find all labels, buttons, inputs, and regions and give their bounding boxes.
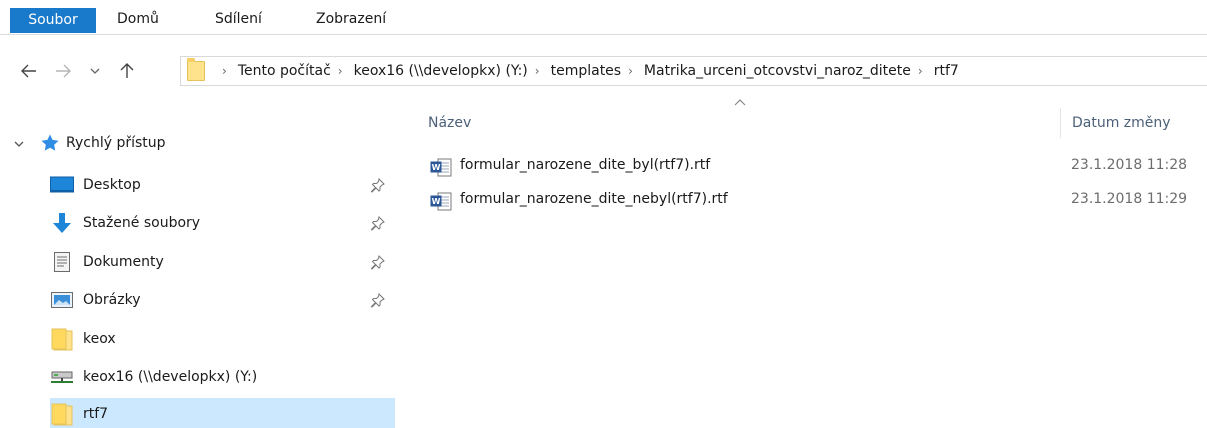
breadcrumb-chevron-icon[interactable]: › [338, 64, 343, 78]
up-button[interactable] [112, 53, 142, 89]
breadcrumb-templates[interactable]: templates [551, 63, 622, 79]
navigation-toolbar: › Tento počítač › keox16 (\\developkx) (… [0, 53, 1207, 89]
arrow-right-icon [56, 64, 71, 78]
word-document-icon: W [430, 192, 452, 211]
nav-item-network-drive[interactable]: keox16 (\\developkx) (Y:) [50, 361, 395, 393]
nav-item-keox[interactable]: keox [50, 323, 395, 355]
chevron-down-icon[interactable] [14, 137, 28, 150]
nav-item-label: keox16 (\\developkx) (Y:) [83, 369, 258, 385]
breadcrumb-rtf7[interactable]: rtf7 [934, 63, 959, 79]
tab-home[interactable]: Domů [107, 8, 169, 35]
breadcrumb-this-pc[interactable]: Tento počítač [238, 63, 331, 79]
sort-ascending-icon [734, 96, 746, 109]
word-document-icon: W [430, 158, 452, 177]
quick-access-item[interactable]: Rychlý přístup [14, 130, 166, 156]
file-date: 23.1.2018 11:28 [1071, 157, 1188, 173]
nav-item-rtf7[interactable]: rtf7 [50, 398, 395, 428]
nav-item-documents[interactable]: Dokumenty [50, 246, 395, 278]
nav-item-label: Desktop [83, 177, 141, 193]
forward-button[interactable] [48, 53, 78, 89]
recent-locations-button[interactable] [84, 53, 106, 89]
documents-icon [50, 251, 74, 273]
svg-text:W: W [432, 197, 441, 206]
breadcrumb-chevron-icon[interactable]: › [535, 64, 540, 78]
navigation-pane: Rychlý přístup Desktop Stažené soubory D… [0, 118, 400, 428]
tab-view[interactable]: Zobrazení [306, 8, 396, 35]
pictures-icon [50, 289, 74, 311]
breadcrumb-matrika[interactable]: Matrika_urceni_otcovstvi_naroz_ditete [644, 63, 911, 79]
file-date: 23.1.2018 11:29 [1071, 191, 1188, 207]
column-header-date[interactable]: Datum změny [1072, 108, 1171, 138]
network-drive-icon [50, 366, 74, 388]
column-divider[interactable] [1060, 108, 1061, 138]
desktop-icon [50, 174, 74, 196]
pin-icon[interactable] [370, 254, 386, 270]
breadcrumb-chevron-icon[interactable]: › [918, 64, 923, 78]
breadcrumb-chevron-icon[interactable]: › [222, 64, 227, 78]
pin-icon[interactable] [370, 292, 386, 308]
svg-text:W: W [432, 163, 441, 172]
file-name: formular_narozene_dite_byl(rtf7).rtf [460, 157, 711, 173]
back-button[interactable] [14, 53, 44, 89]
tab-file[interactable]: Soubor [10, 8, 96, 33]
arrow-up-icon [120, 63, 134, 78]
file-name: formular_narozene_dite_nebyl(rtf7).rtf [460, 191, 728, 207]
file-row[interactable]: W formular_narozene_dite_nebyl(rtf7).rtf… [420, 188, 1207, 214]
folder-icon [50, 328, 74, 351]
nav-item-label: Obrázky [83, 292, 141, 308]
folder-icon [50, 403, 74, 426]
nav-item-desktop[interactable]: Desktop [50, 169, 395, 201]
tab-share[interactable]: Sdílení [205, 8, 272, 35]
file-list: Název Datum změny W formular_narozene_di… [420, 94, 1207, 428]
nav-item-downloads[interactable]: Stažené soubory [50, 207, 395, 239]
nav-item-pictures[interactable]: Obrázky [50, 284, 395, 316]
star-icon [41, 134, 59, 151]
nav-item-label: rtf7 [83, 406, 109, 422]
ribbon: Soubor Domů Sdílení Zobrazení [0, 0, 1207, 35]
address-bar[interactable]: › Tento počítač › keox16 (\\developkx) (… [180, 56, 1207, 86]
nav-item-label: Dokumenty [83, 254, 164, 270]
column-header-name[interactable]: Název [428, 108, 471, 138]
download-icon [50, 212, 74, 234]
pin-icon[interactable] [370, 215, 386, 231]
pin-icon[interactable] [370, 177, 386, 193]
quick-access-label: Rychlý přístup [66, 135, 166, 151]
breadcrumb-chevron-icon[interactable]: › [628, 64, 633, 78]
folder-icon [187, 58, 205, 81]
chevron-down-icon [90, 68, 100, 74]
nav-item-label: Stažené soubory [83, 215, 201, 231]
file-row[interactable]: W formular_narozene_dite_byl(rtf7).rtf 2… [420, 154, 1207, 180]
arrow-left-icon [21, 64, 36, 78]
nav-item-label: keox [83, 331, 116, 347]
breadcrumb-drive[interactable]: keox16 (\\developkx) (Y:) [354, 63, 528, 79]
